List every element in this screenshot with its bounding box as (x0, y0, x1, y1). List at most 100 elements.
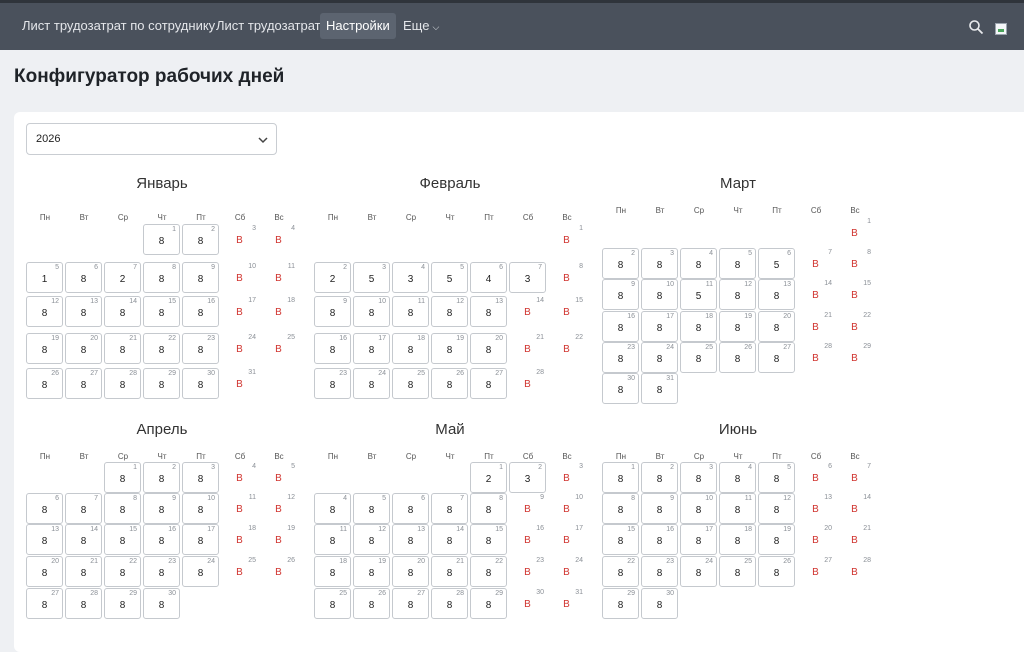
day-off-cell[interactable]: 17 В (548, 524, 585, 555)
workday-cell[interactable]: 14 8 (104, 296, 141, 327)
workday-cell[interactable]: 23 8 (314, 368, 351, 399)
workday-cell[interactable]: 23 8 (602, 342, 639, 373)
workday-cell[interactable]: 18 (143, 224, 180, 255)
workday-cell[interactable]: 19 8 (431, 333, 468, 364)
day-off-cell[interactable]: 8В (836, 248, 873, 279)
workday-cell[interactable]: 12 8 (26, 296, 63, 327)
workday-cell[interactable]: 27 8 (758, 342, 795, 373)
workday-cell[interactable]: 68 (65, 262, 102, 293)
workday-cell[interactable]: 48 (680, 248, 717, 279)
day-off-cell[interactable]: 14 В (797, 279, 834, 310)
day-off-cell[interactable]: 21 В (509, 333, 546, 364)
workday-cell[interactable]: 73 (509, 262, 546, 293)
workday-cell[interactable]: 19 8 (758, 524, 795, 555)
workday-cell[interactable]: 21 8 (431, 556, 468, 587)
workday-cell[interactable]: 88 (602, 493, 639, 524)
workday-cell[interactable]: 14 8 (431, 524, 468, 555)
day-off-cell[interactable]: 21 В (836, 524, 873, 555)
workday-cell[interactable]: 27 8 (392, 588, 429, 619)
workday-cell[interactable]: 13 8 (65, 296, 102, 327)
workday-cell[interactable]: 18 8 (680, 311, 717, 342)
workday-cell[interactable]: 30 8 (182, 368, 219, 399)
workday-cell[interactable]: 24 8 (641, 342, 678, 373)
workday-cell[interactable]: 72 (104, 262, 141, 293)
workday-cell[interactable]: 13 8 (470, 296, 507, 327)
workday-cell[interactable]: 15 8 (470, 524, 507, 555)
workday-cell[interactable]: 20 8 (26, 556, 63, 587)
workday-cell[interactable]: 24 8 (353, 368, 390, 399)
day-off-cell[interactable]: 1В (548, 224, 585, 255)
workday-cell[interactable]: 28 8 (104, 368, 141, 399)
workday-cell[interactable]: 98 (143, 493, 180, 524)
workday-cell[interactable]: 15 8 (143, 296, 180, 327)
workday-cell[interactable]: 28 (641, 462, 678, 493)
workday-cell[interactable]: 30 8 (602, 373, 639, 404)
workday-cell[interactable]: 58 (719, 248, 756, 279)
workday-cell[interactable]: 25 8 (314, 588, 351, 619)
workday-cell[interactable]: 12 (470, 462, 507, 493)
workday-cell[interactable]: 21 8 (65, 556, 102, 587)
workday-cell[interactable]: 17 8 (182, 524, 219, 555)
workday-cell[interactable]: 22 (314, 262, 351, 293)
day-off-cell[interactable]: 16 В (509, 524, 546, 555)
workday-cell[interactable]: 27 8 (65, 368, 102, 399)
workday-cell[interactable]: 19 8 (353, 556, 390, 587)
workday-cell[interactable]: 29 8 (470, 588, 507, 619)
workday-cell[interactable]: 13 8 (26, 524, 63, 555)
workday-cell[interactable]: 10 8 (353, 296, 390, 327)
workday-cell[interactable]: 24 8 (680, 556, 717, 587)
workday-cell[interactable]: 29 8 (602, 588, 639, 619)
day-off-cell[interactable]: 28 В (836, 556, 873, 587)
day-off-cell[interactable]: 10 В (548, 493, 585, 524)
workday-cell[interactable]: 48 (719, 462, 756, 493)
workday-cell[interactable]: 21 8 (104, 333, 141, 364)
day-off-cell[interactable]: 25 В (221, 556, 258, 587)
workday-cell[interactable]: 23 8 (182, 333, 219, 364)
workday-cell[interactable]: 11 8 (392, 296, 429, 327)
day-off-cell[interactable]: 7В (797, 248, 834, 279)
day-off-cell[interactable]: 4В (221, 462, 258, 493)
day-off-cell[interactable]: 22 В (548, 333, 585, 364)
workday-cell[interactable]: 88 (104, 493, 141, 524)
workday-cell[interactable]: 23 (509, 462, 546, 493)
workday-cell[interactable]: 30 8 (641, 588, 678, 619)
workday-cell[interactable]: 43 (392, 262, 429, 293)
workday-cell[interactable]: 18 8 (719, 524, 756, 555)
day-off-cell[interactable]: 25 В (260, 333, 297, 364)
day-off-cell[interactable]: 8В (548, 262, 585, 293)
workday-cell[interactable]: 18 8 (392, 333, 429, 364)
day-off-cell[interactable]: 18 В (221, 524, 258, 555)
workday-cell[interactable]: 15 8 (104, 524, 141, 555)
workday-cell[interactable]: 25 8 (680, 342, 717, 373)
workday-cell[interactable]: 10 8 (680, 493, 717, 524)
day-off-cell[interactable]: 19 В (260, 524, 297, 555)
workday-cell[interactable]: 35 (353, 262, 390, 293)
workday-cell[interactable]: 38 (641, 248, 678, 279)
day-off-cell[interactable]: 17 В (221, 296, 258, 327)
workday-cell[interactable]: 12 8 (431, 296, 468, 327)
day-off-cell[interactable]: 10 В (221, 262, 258, 293)
workday-cell[interactable]: 16 8 (143, 524, 180, 555)
workday-cell[interactable]: 48 (314, 493, 351, 524)
day-off-cell[interactable]: 12 В (260, 493, 297, 524)
workday-cell[interactable]: 98 (602, 279, 639, 310)
workday-cell[interactable]: 58 (353, 493, 390, 524)
workday-cell[interactable]: 26 8 (353, 588, 390, 619)
workday-cell[interactable]: 22 8 (143, 333, 180, 364)
year-select[interactable]: 2026 (26, 123, 277, 155)
day-off-cell[interactable]: 28 В (797, 342, 834, 373)
workday-cell[interactable]: 26 8 (431, 368, 468, 399)
workday-cell[interactable]: 23 8 (143, 556, 180, 587)
workday-cell[interactable]: 26 8 (719, 342, 756, 373)
avatar[interactable] (995, 23, 1007, 35)
workday-cell[interactable]: 13 8 (392, 524, 429, 555)
workday-cell[interactable]: 23 8 (641, 556, 678, 587)
workday-cell[interactable]: 11 8 (314, 524, 351, 555)
workday-cell[interactable]: 64 (470, 262, 507, 293)
workday-cell[interactable]: 25 8 (392, 368, 429, 399)
day-off-cell[interactable]: 31 В (548, 588, 585, 619)
workday-cell[interactable]: 27 8 (26, 588, 63, 619)
workday-cell[interactable]: 18 (104, 462, 141, 493)
workday-cell[interactable]: 58 (758, 462, 795, 493)
workday-cell[interactable]: 38 (680, 462, 717, 493)
